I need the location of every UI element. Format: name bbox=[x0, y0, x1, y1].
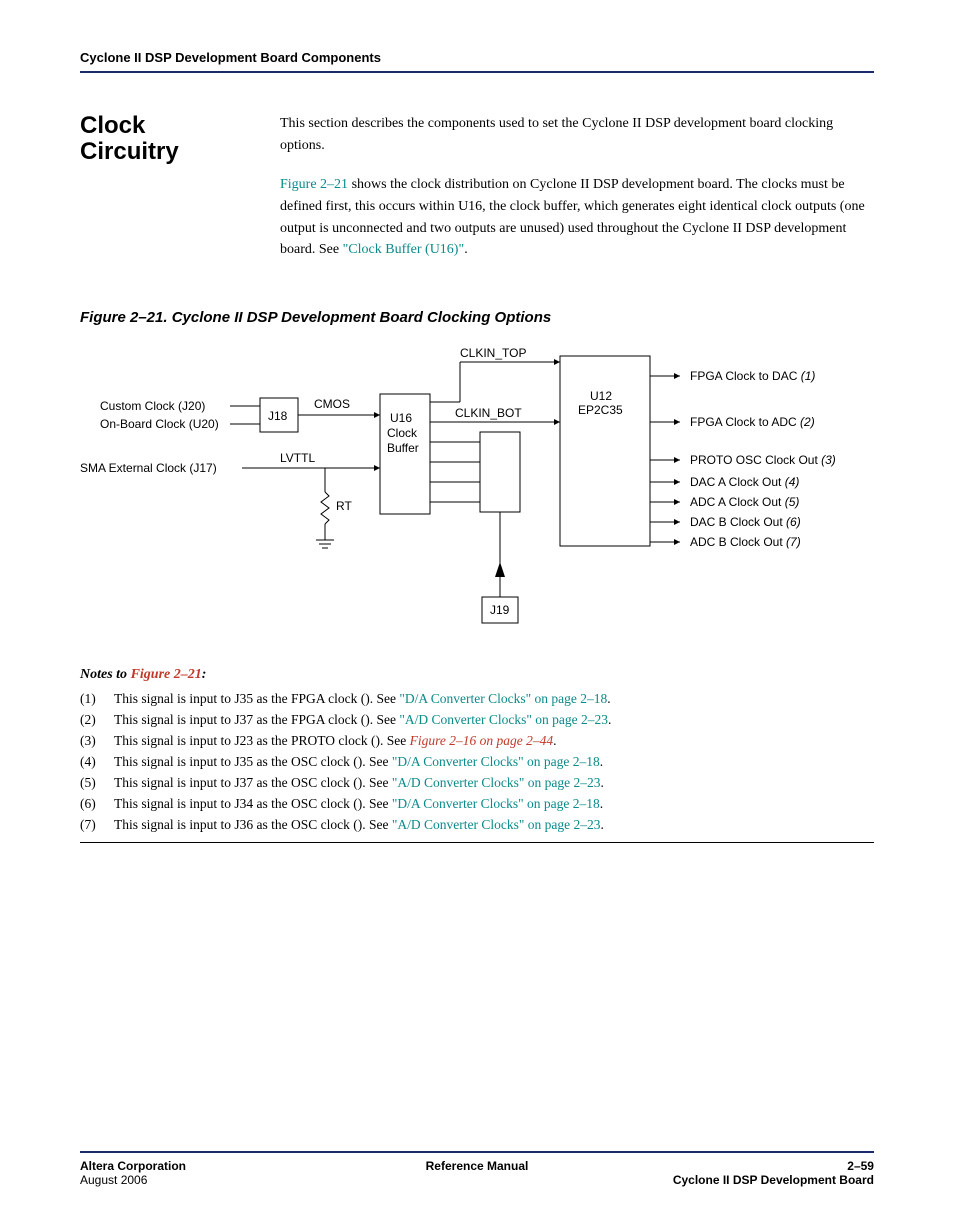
note-link[interactable]: "D/A Converter Clocks" on page 2–18 bbox=[392, 754, 600, 769]
note-index: (5) bbox=[80, 773, 114, 794]
note-body: This signal is input to J34 as the OSC c… bbox=[114, 794, 603, 815]
j19-label: J19 bbox=[490, 603, 510, 617]
output-label-4: DAC A Clock Out (4) bbox=[690, 475, 799, 489]
note-item-3: (3)This signal is input to J23 as the PR… bbox=[80, 731, 874, 752]
intro-para-1: This section describes the components us… bbox=[280, 113, 874, 156]
clkin-bot-label: CLKIN_BOT bbox=[455, 406, 522, 420]
clkin-top-label: CLKIN_TOP bbox=[460, 346, 526, 360]
u16-line2: Clock bbox=[387, 426, 418, 440]
onboard-clock-label: On-Board Clock (U20) bbox=[100, 417, 219, 431]
output-label-5: ADC A Clock Out (5) bbox=[690, 495, 799, 509]
clocking-diagram: Custom Clock (J20) On-Board Clock (U20) … bbox=[80, 342, 874, 647]
note-index: (3) bbox=[80, 731, 114, 752]
notes-title-before: Notes to bbox=[80, 667, 131, 682]
notes-title: Notes to Figure 2–21: bbox=[80, 667, 874, 683]
custom-clock-label: Custom Clock (J20) bbox=[100, 399, 205, 413]
note-item-2: (2)This signal is input to J37 as the FP… bbox=[80, 710, 874, 731]
output-label-6: DAC B Clock Out (6) bbox=[690, 515, 801, 529]
u16-line3: Buffer bbox=[387, 441, 419, 455]
note-index: (2) bbox=[80, 710, 114, 731]
section-title: Clock Circuitry bbox=[80, 113, 250, 166]
note-link[interactable]: "A/D Converter Clocks" on page 2–23 bbox=[392, 775, 601, 790]
note-body: This signal is input to J35 as the FPGA … bbox=[114, 689, 611, 710]
footer-doc-type: Reference Manual bbox=[345, 1159, 610, 1187]
j18-label: J18 bbox=[268, 409, 288, 423]
title-paragraph-row: Clock Circuitry This section describes t… bbox=[80, 113, 874, 279]
note-body: This signal is input to J35 as the OSC c… bbox=[114, 752, 603, 773]
u12-line2: EP2C35 bbox=[578, 403, 623, 417]
notes-title-link[interactable]: Figure 2–21 bbox=[131, 667, 202, 682]
footer-company: Altera Corporation bbox=[80, 1159, 345, 1173]
note-item-7: (7)This signal is input to J36 as the OS… bbox=[80, 815, 874, 836]
note-item-6: (6)This signal is input to J34 as the OS… bbox=[80, 794, 874, 815]
output-label-3: PROTO OSC Clock Out (3) bbox=[690, 453, 836, 467]
footer-page-number: 2–59 bbox=[609, 1159, 874, 1173]
note-body: This signal is input to J36 as the OSC c… bbox=[114, 815, 604, 836]
notes-list: (1)This signal is input to J35 as the FP… bbox=[80, 689, 874, 842]
note-index: (1) bbox=[80, 689, 114, 710]
page-footer: Altera Corporation August 2006 Reference… bbox=[80, 1151, 874, 1187]
figure-notes: Notes to Figure 2–21: (1)This signal is … bbox=[80, 667, 874, 842]
output-label-2: FPGA Clock to ADC (2) bbox=[690, 415, 815, 429]
note-item-1: (1)This signal is input to J35 as the FP… bbox=[80, 689, 874, 710]
note-item-5: (5)This signal is input to J37 as the OS… bbox=[80, 773, 874, 794]
clock-buffer-link[interactable]: "Clock Buffer (U16)" bbox=[343, 242, 465, 257]
lvttl-label: LVTTL bbox=[280, 451, 315, 465]
note-link[interactable]: "A/D Converter Clocks" on page 2–23 bbox=[399, 712, 608, 727]
note-body: This signal is input to J37 as the FPGA … bbox=[114, 710, 611, 731]
u16-line1: U16 bbox=[390, 411, 412, 425]
note-link[interactable]: "D/A Converter Clocks" on page 2–18 bbox=[399, 691, 607, 706]
note-body: This signal is input to J23 as the PROTO… bbox=[114, 731, 556, 752]
note-index: (6) bbox=[80, 794, 114, 815]
cmos-label: CMOS bbox=[314, 397, 350, 411]
figure-title: Figure 2–21. Cyclone II DSP Development … bbox=[80, 309, 874, 326]
note-link[interactable]: "A/D Converter Clocks" on page 2–23 bbox=[392, 817, 601, 832]
running-header: Cyclone II DSP Development Board Compone… bbox=[80, 50, 874, 73]
u12-line1: U12 bbox=[590, 389, 612, 403]
intro-para-2: Figure 2–21 shows the clock distribution… bbox=[280, 174, 874, 261]
note-index: (7) bbox=[80, 815, 114, 836]
footer-board-name: Cyclone II DSP Development Board bbox=[609, 1173, 874, 1187]
output-label-7: ADC B Clock Out (7) bbox=[690, 535, 801, 549]
note-link[interactable]: "D/A Converter Clocks" on page 2–18 bbox=[392, 796, 600, 811]
note-item-4: (4)This signal is input to J35 as the OS… bbox=[80, 752, 874, 773]
note-body: This signal is input to J37 as the OSC c… bbox=[114, 773, 604, 794]
note-link[interactable]: Figure 2–16 on page 2–44 bbox=[410, 733, 553, 748]
intro-text: This section describes the components us… bbox=[280, 113, 874, 279]
sma-clock-label: SMA External Clock (J17) bbox=[80, 461, 217, 475]
output-label-1: FPGA Clock to DAC (1) bbox=[690, 369, 815, 383]
notes-title-after: : bbox=[202, 667, 207, 682]
rt-label: RT bbox=[336, 499, 352, 513]
figure-ref-link[interactable]: Figure 2–21 bbox=[280, 177, 348, 192]
note-index: (4) bbox=[80, 752, 114, 773]
footer-date: August 2006 bbox=[80, 1173, 345, 1187]
intro-para-2-tail: . bbox=[464, 242, 468, 257]
